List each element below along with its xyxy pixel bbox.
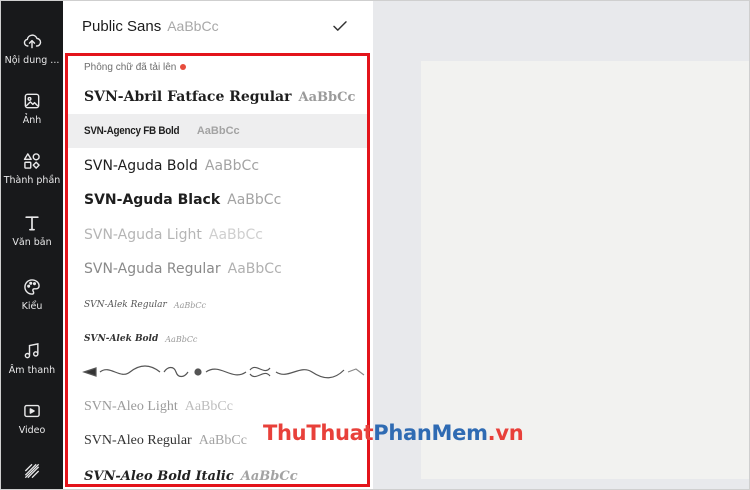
font-name: SVN-Aguda Light xyxy=(84,227,202,243)
sidebar-item-label: Ảnh xyxy=(22,115,42,126)
font-item-aguda-bold[interactable]: SVN-Aguda Bold AaBbCc xyxy=(68,149,367,183)
font-sample: AaBbCc xyxy=(173,300,206,310)
sidebar-item-label: Thành phần xyxy=(3,175,61,186)
watermark-part2: PhanMem xyxy=(373,421,488,445)
sidebar-item-elements[interactable]: Thành phần xyxy=(1,147,63,203)
font-item-abril-fatface[interactable]: SVN-Abril Fatface Regular AaBbCc xyxy=(68,80,367,114)
sidebar-item-styles[interactable]: Kiểu xyxy=(1,273,63,329)
sidebar-item-label: Nội dung ... xyxy=(4,55,60,66)
design-page[interactable] xyxy=(421,61,749,479)
video-icon xyxy=(24,404,40,418)
font-item-agency-fb-bold[interactable]: SVN-Agency FB Bold AaBbCc xyxy=(68,114,367,148)
font-name: SVN-Aleo Regular xyxy=(84,433,192,448)
status-dot xyxy=(180,64,187,71)
font-item-aleo-bold-italic[interactable]: SVN-Aleo Bold Italic AaBbCc xyxy=(68,459,367,484)
sidebar-item-label: Video xyxy=(18,425,46,436)
font-sample: AaBbCc xyxy=(227,192,282,208)
font-panel: Public Sans AaBbCc Phông chữ đã tải lên S… xyxy=(63,1,373,489)
editor-workspace xyxy=(373,1,749,489)
watermark-part1: ThuThuat xyxy=(263,421,374,445)
font-sample: AaBbCc xyxy=(204,158,260,174)
image-icon xyxy=(24,93,40,109)
music-icon xyxy=(24,343,39,359)
section-title: Phông chữ đã tải lên xyxy=(84,62,187,73)
sidebar-item-label: Kiểu xyxy=(21,301,43,312)
sidebar-item-text[interactable]: Văn bản xyxy=(1,209,63,265)
font-item-alek-bold[interactable]: SVN-Alek Bold AaBbCc xyxy=(68,322,367,356)
font-sample: AaBbCc xyxy=(196,125,240,137)
sidebar-item-label: Văn bản xyxy=(12,237,52,248)
section-title-label: Phông chữ đã tải lên xyxy=(84,62,177,73)
font-name: SVN-Aleo Light xyxy=(84,399,178,414)
font-name: SVN-Aguda Black xyxy=(84,192,221,208)
font-sample: AaBbCc xyxy=(165,334,198,344)
font-name: SVN-Aguda Regular xyxy=(84,261,221,277)
font-name: SVN-Alek Regular xyxy=(84,300,167,310)
current-font-sample: AaBbCc xyxy=(167,18,219,34)
checkmark-icon xyxy=(333,21,347,31)
sidebar-item-background[interactable] xyxy=(1,457,63,489)
font-sample: AaBbCc xyxy=(184,399,233,414)
font-sample: AaBbCc xyxy=(198,433,247,448)
cloud-upload-icon xyxy=(23,34,42,49)
font-name: SVN-Alek Bold xyxy=(84,334,159,344)
font-sample: AaBbCc xyxy=(208,227,263,243)
font-item-aleo-light[interactable]: SVN-Aleo Light AaBbCc xyxy=(68,390,367,424)
font-item-aguda-light[interactable]: SVN-Aguda Light AaBbCc xyxy=(68,218,367,252)
screenshot-frame: Nội dung ... Ảnh Thành phần Văn bản Kiểu… xyxy=(0,0,750,490)
text-icon xyxy=(25,216,39,231)
palette-icon xyxy=(24,279,40,295)
font-name: SVN-Aguda Bold xyxy=(84,158,198,174)
watermark-part3: .vn xyxy=(487,421,524,445)
current-font-name: Public Sans AaBbCc xyxy=(82,18,219,35)
sidebar-item-label: Âm thanh xyxy=(8,365,56,376)
elements-icon xyxy=(23,153,40,169)
font-name: SVN-Aleo Bold Italic xyxy=(84,468,234,484)
sidebar: Nội dung ... Ảnh Thành phần Văn bản Kiểu… xyxy=(1,1,63,489)
font-item-aguda-black[interactable]: SVN-Aguda Black AaBbCc xyxy=(68,183,367,217)
font-name: SVN-Agency FB Bold xyxy=(84,125,180,137)
font-sample: AaBbCc xyxy=(298,89,356,105)
sidebar-item-photos[interactable]: Ảnh xyxy=(1,87,63,143)
ornament-font-preview[interactable] xyxy=(82,360,367,384)
font-name: SVN-Abril Fatface Regular xyxy=(84,89,292,105)
sidebar-item-audio[interactable]: Âm thanh xyxy=(1,337,63,393)
font-sample: AaBbCc xyxy=(227,261,282,277)
site-watermark: ThuThuatPhanMem.vn xyxy=(263,421,524,445)
pattern-icon xyxy=(24,463,40,479)
font-item-alek-regular[interactable]: SVN-Alek Regular AaBbCc xyxy=(68,288,367,322)
font-sample: AaBbCc xyxy=(240,468,298,484)
sidebar-item-video[interactable]: Video xyxy=(1,397,63,453)
font-item-aguda-regular[interactable]: SVN-Aguda Regular AaBbCc xyxy=(68,252,367,286)
current-font-row[interactable]: Public Sans AaBbCc xyxy=(63,1,373,53)
current-font-label: Public Sans xyxy=(82,18,162,35)
sidebar-item-uploads[interactable]: Nội dung ... xyxy=(1,27,63,83)
